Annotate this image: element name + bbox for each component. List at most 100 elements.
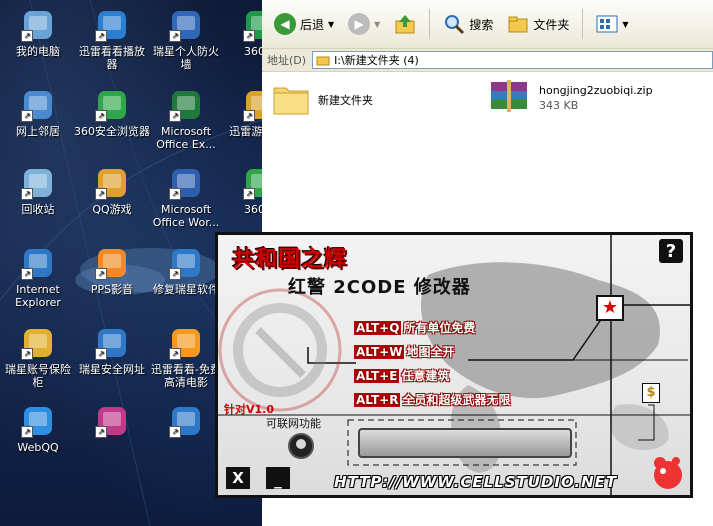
search-icon xyxy=(445,15,465,35)
network-label: 可联网功能 xyxy=(266,417,321,430)
desktop-icon-label: 我的电脑 xyxy=(16,45,60,58)
status-bar xyxy=(358,428,572,458)
desktop-icon-label: PPS影音 xyxy=(90,283,134,296)
address-label: 地址(D) xyxy=(267,54,307,67)
hotkey-key: ALT+R xyxy=(354,393,401,407)
desktop-icon-label: 瑞星个人防火墙 xyxy=(153,45,219,71)
help-button[interactable]: ? xyxy=(659,239,683,263)
ie-icon: ↗ xyxy=(169,246,203,280)
desktop-icon[interactable]: ↗ 迅雷看看播放器 xyxy=(74,8,150,71)
hotkey-text: 任意建筑 xyxy=(401,369,450,383)
file-item-folder[interactable]: 新建文件夹 xyxy=(272,80,373,116)
desktop-icon-label: Microsoft Office Wor... xyxy=(152,203,220,229)
file-name: hongjing2zuobiqi.zip xyxy=(539,84,653,97)
shortcut-arrow-icon: ↗ xyxy=(95,188,107,200)
shortcut-arrow-icon: ↗ xyxy=(95,268,107,280)
trainer-window[interactable]: 共和国之辉 红警 2CODE 修改器 ? ★ ALT+Q 所有单位免费 ALT+W… xyxy=(215,232,693,498)
ie-icon: ↗ xyxy=(169,404,203,438)
minimize-button[interactable]: _ xyxy=(266,467,290,489)
shortcut-arrow-icon: ↗ xyxy=(21,188,33,200)
desktop-icon[interactable]: ↗ 回收站 xyxy=(0,166,76,216)
file-size: 343 KB xyxy=(539,99,579,112)
back-label: 后退 xyxy=(300,17,325,32)
up-folder-button[interactable] xyxy=(390,11,420,37)
file-item-zip[interactable]: hongjing2zuobiqi.zip 343 KB xyxy=(487,78,653,114)
desktop-icon[interactable]: ↗ QQ游戏 xyxy=(74,166,150,216)
views-dropdown-icon: ▼ xyxy=(622,19,629,29)
desktop-icon-label: QQ游戏 xyxy=(92,203,132,216)
desktop-icon[interactable]: ↗ 网上邻居 xyxy=(0,88,76,138)
address-input[interactable]: I:\新建文件夹 (4) xyxy=(312,51,713,69)
shortcut-arrow-icon: ↗ xyxy=(21,110,33,122)
desktop-icon[interactable]: ↗ 我的电脑 xyxy=(0,8,76,58)
desktop-icon[interactable]: ↗ 瑞星账号保险柜 xyxy=(0,326,76,389)
desktop-icon[interactable]: ↗ WebQQ xyxy=(0,404,76,454)
desktop-icon-label: 瑞星账号保险柜 xyxy=(5,363,71,389)
studio-url: HTTP://WWW.CELLSTUDIO.NET xyxy=(334,473,618,491)
views-icon xyxy=(596,15,618,33)
desktop-icon[interactable]: ↗ 瑞星个人防火墙 xyxy=(148,8,224,71)
up-folder-icon xyxy=(395,15,415,34)
shortcut-arrow-icon: ↗ xyxy=(21,426,33,438)
rising-safe-icon: ↗ xyxy=(21,326,55,360)
back-dropdown-icon[interactable]: ▼ xyxy=(328,20,334,29)
desktop-icon-label: WebQQ xyxy=(17,441,59,454)
close-button[interactable]: X xyxy=(226,467,250,489)
desktop-icon[interactable]: ↗ Microsoft Office Ex... xyxy=(148,88,224,151)
forward-arrow-icon: ▶ xyxy=(348,13,371,35)
forward-button[interactable]: ▶ ▼ xyxy=(344,11,384,37)
views-button[interactable]: ▼ xyxy=(592,13,632,35)
qq-game-icon: ↗ xyxy=(95,166,129,200)
toolbar-separator xyxy=(582,9,584,39)
hotkey-text: 地图全开 xyxy=(406,345,455,359)
desktop-icon-label: 修复瑞星软件 xyxy=(153,283,219,296)
rising-firewall-icon: ↗ xyxy=(169,8,203,42)
desktop-icon-label: 回收站 xyxy=(21,203,55,216)
network-button[interactable] xyxy=(288,433,314,459)
winrar-archive-icon xyxy=(491,80,527,112)
trainer-subtitle: 红警 2CODE 修改器 xyxy=(288,277,471,298)
hotkey-key: ALT+Q xyxy=(354,321,402,335)
trainer-logo-title: 共和国之辉 xyxy=(232,247,348,272)
desktop-icon[interactable]: ↗ Internet Explorer xyxy=(0,246,76,309)
folders-label: 文件夹 xyxy=(533,17,570,32)
hotkey-key: ALT+W xyxy=(354,345,405,359)
desktop-icon[interactable]: ↗ xyxy=(74,404,150,441)
search-button[interactable]: 搜索 xyxy=(439,11,497,37)
globe-icon xyxy=(296,439,306,449)
xunlei-movie-icon: ↗ xyxy=(169,326,203,360)
network-icon: ↗ xyxy=(21,88,55,122)
shortcut-arrow-icon: ↗ xyxy=(243,188,255,200)
shortcut-arrow-icon: ↗ xyxy=(21,348,33,360)
desktop-icon[interactable]: ↗ Microsoft Office Wor... xyxy=(148,166,224,229)
hotkey-row: ALT+E 任意建筑 xyxy=(354,367,449,386)
shortcut-arrow-icon: ↗ xyxy=(169,348,181,360)
shortcut-arrow-icon: ↗ xyxy=(95,30,107,42)
shortcut-arrow-icon: ↗ xyxy=(21,268,33,280)
trainer-panel: 共和国之辉 红警 2CODE 修改器 ? ★ ALT+Q 所有单位免费 ALT+W… xyxy=(218,235,690,495)
forward-dropdown-icon[interactable]: ▼ xyxy=(374,20,380,29)
folders-button[interactable]: 文件夹 xyxy=(503,11,573,37)
hotkey-text: 所有单位免费 xyxy=(403,321,476,335)
back-button[interactable]: ◀ 后退 ▼ xyxy=(270,11,338,37)
desktop-icon[interactable]: ↗ PPS影音 xyxy=(74,246,150,296)
desktop-icon[interactable]: ↗ xyxy=(148,404,224,441)
word-icon: ↗ xyxy=(169,166,203,200)
search-label: 搜索 xyxy=(469,17,494,32)
hotkey-row: ALT+W 地图全开 xyxy=(354,343,454,362)
red-star-icon: ★ xyxy=(601,297,619,318)
hotkey-key: ALT+E xyxy=(354,369,400,383)
ie-icon: ↗ xyxy=(21,246,55,280)
desktop-icon[interactable]: ↗ 修复瑞星软件 xyxy=(148,246,224,296)
star-marker: ★ xyxy=(596,295,624,321)
desktop-icon-label: 360安全浏览器 xyxy=(74,125,150,138)
shortcut-arrow-icon: ↗ xyxy=(243,110,255,122)
ie-icon: ↗ xyxy=(95,326,129,360)
desktop-icon[interactable]: ↗ 360安全浏览器 xyxy=(74,88,150,138)
address-bar: 地址(D) I:\新建文件夹 (4) xyxy=(262,49,713,72)
shortcut-arrow-icon: ↗ xyxy=(95,110,107,122)
excel-icon: ↗ xyxy=(169,88,203,122)
back-arrow-icon: ◀ xyxy=(274,13,296,35)
desktop-icon[interactable]: ↗ 瑞星安全网址 xyxy=(74,326,150,376)
desktop-icon[interactable]: ↗ 迅雷看看-免费高清电影 xyxy=(148,326,224,389)
